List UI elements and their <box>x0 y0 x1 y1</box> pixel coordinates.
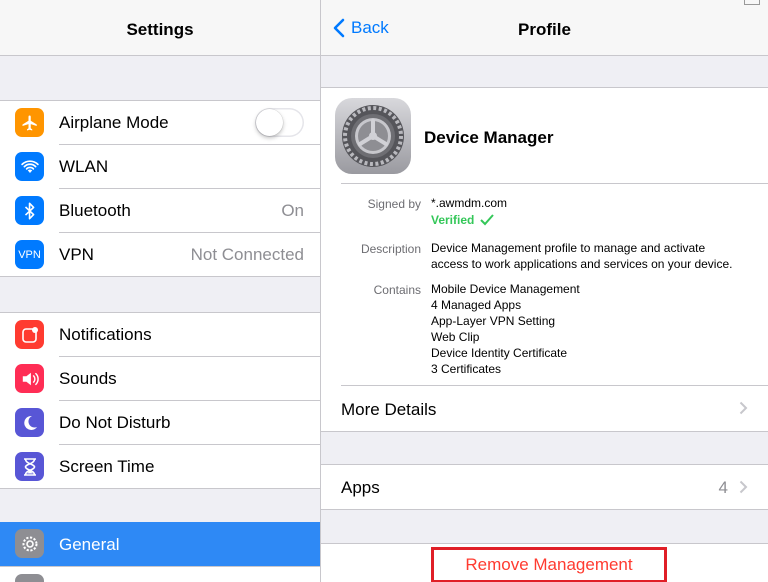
window-corner-icon <box>744 0 760 5</box>
description-label: Description <box>360 242 421 256</box>
sidebar-item-label: Screen Time <box>59 457 155 476</box>
notifications-group: Notifications Sounds Do Not Disturb Scre… <box>0 312 320 489</box>
vpn-icon: VPN <box>15 240 44 269</box>
sidebar-item-label: General <box>59 535 120 554</box>
sounds-icon <box>15 364 44 393</box>
sidebar-item-label: Do Not Disturb <box>59 413 171 432</box>
profile-name: Device Manager <box>424 128 554 147</box>
apps-row[interactable]: Apps 4 <box>321 464 768 510</box>
bluetooth-icon <box>15 196 44 225</box>
sidebar-item-airplane-mode[interactable]: Airplane Mode <box>15 101 320 145</box>
notifications-icon <box>15 320 44 349</box>
description-line-1: Device Management profile to manage and … <box>431 241 706 255</box>
settings-navbar: Settings <box>0 0 320 56</box>
signed-by-value: *.awmdm.com <box>431 196 508 210</box>
verified-label: Verified <box>431 213 475 227</box>
sidebar-item-do-not-disturb[interactable]: Do Not Disturb <box>15 401 320 445</box>
settings-gear-icon <box>335 98 411 174</box>
wifi-icon <box>15 152 44 181</box>
contains-item: 3 Certificates <box>431 362 502 376</box>
sidebar-item-sounds[interactable]: Sounds <box>15 357 320 401</box>
settings-title: Settings <box>126 20 194 39</box>
sidebar-item-label: Bluetooth <box>59 201 131 220</box>
connectivity-group: Airplane Mode WLAN Bluetooth On VPN VPN … <box>0 100 320 277</box>
sidebar-item-screen-time[interactable]: Screen Time <box>15 445 320 488</box>
contains-item: App-Layer VPN Setting <box>431 314 556 328</box>
sidebar-item-vpn[interactable]: VPN VPN Not Connected <box>15 233 320 276</box>
hourglass-icon <box>15 452 44 481</box>
signed-by-label: Signed by <box>367 197 421 211</box>
settings-pane: Settings Airplane Mode WLAN Bluetooth On… <box>0 0 321 582</box>
sidebar-item-general[interactable]: General <box>0 522 320 566</box>
apps-label: Apps <box>341 478 380 497</box>
sidebar-item-label: Airplane Mode <box>59 113 169 132</box>
moon-icon <box>15 408 44 437</box>
sidebar-item-wlan[interactable]: WLAN <box>15 145 320 189</box>
sidebar-item-label: Notifications <box>59 325 152 344</box>
sidebar-item-partial[interactable] <box>0 566 320 582</box>
sidebar-item-label: Sounds <box>59 369 117 388</box>
sidebar-item-label: WLAN <box>59 157 109 176</box>
airplane-mode-toggle[interactable] <box>255 108 304 137</box>
contains-item: Device Identity Certificate <box>431 346 568 360</box>
contains-item: Mobile Device Management <box>431 282 580 296</box>
remove-management-row: Remove Management <box>321 543 768 582</box>
bluetooth-status: On <box>281 201 304 220</box>
apps-count: 4 <box>718 478 728 497</box>
profile-title: Profile <box>518 20 571 39</box>
description-line-2: access to work applications and services… <box>431 257 733 271</box>
profile-card: Device Manager Signed by *.awmdm.com Ver… <box>321 87 768 432</box>
profile-navbar: Back Profile <box>321 0 768 56</box>
remove-management-button[interactable]: Remove Management <box>431 547 667 582</box>
sidebar-item-notifications[interactable]: Notifications <box>15 313 320 357</box>
sidebar-item-bluetooth[interactable]: Bluetooth On <box>15 189 320 233</box>
contains-label: Contains <box>373 283 421 297</box>
vpn-status: Not Connected <box>190 245 304 264</box>
divider <box>341 183 768 184</box>
profile-pane: Back Profile Device Manager Signed by *.… <box>321 0 768 582</box>
vpn-badge-text: VPN <box>18 248 41 261</box>
more-details-label: More Details <box>341 400 437 419</box>
chevron-right-icon <box>739 480 748 494</box>
contains-item: 4 Managed Apps <box>431 298 522 312</box>
checkmark-icon <box>480 214 495 226</box>
airplane-icon <box>15 108 44 137</box>
partial-app-icon <box>15 574 44 582</box>
verified-status: Verified <box>431 212 495 228</box>
sidebar-item-label: VPN <box>59 245 94 264</box>
more-details-row[interactable]: More Details <box>321 386 768 430</box>
chevron-right-icon <box>739 401 748 415</box>
gear-icon <box>15 529 44 558</box>
contains-item: Web Clip <box>431 330 480 344</box>
